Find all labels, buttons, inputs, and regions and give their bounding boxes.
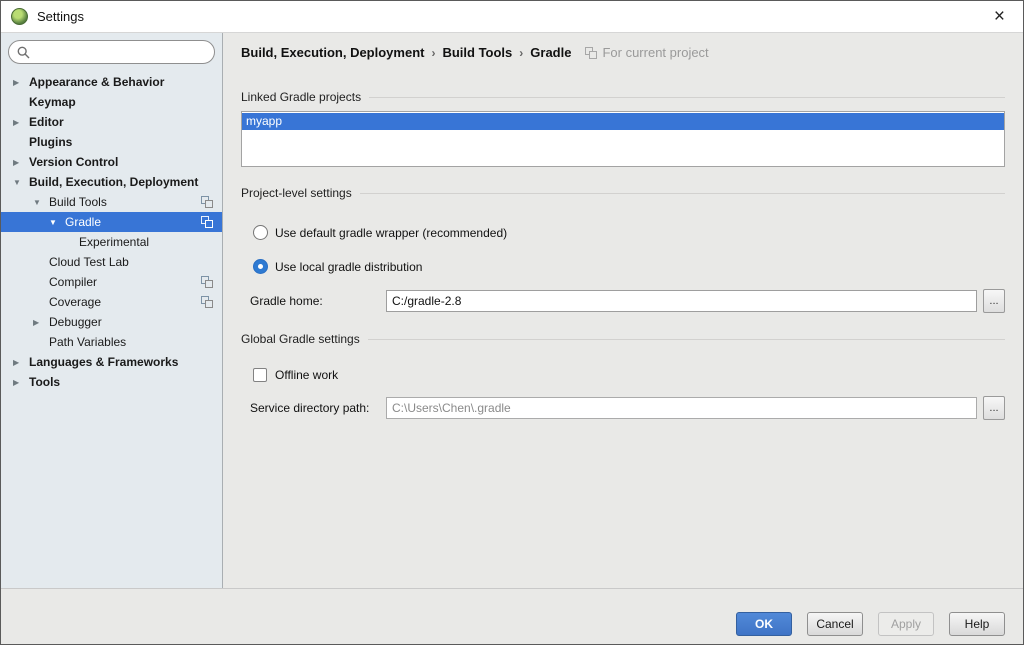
list-item-myapp[interactable]: myapp: [242, 113, 1004, 130]
sidebar-item-appearance-behavior[interactable]: ▶Appearance & Behavior: [1, 72, 222, 92]
ok-button[interactable]: OK: [736, 612, 792, 636]
window-title: Settings: [37, 9, 84, 24]
radio-local-distribution-row[interactable]: Use local gradle distribution: [253, 259, 1005, 274]
android-studio-icon: [11, 8, 28, 25]
breadcrumb-part[interactable]: Build Tools: [442, 45, 512, 60]
sidebar-item-label: Plugins: [29, 135, 72, 149]
radio-default-wrapper[interactable]: [253, 225, 268, 240]
chevron-expanded-icon[interactable]: ▼: [33, 198, 49, 207]
sidebar-item-label: Path Variables: [49, 335, 126, 349]
sidebar-item-languages-frameworks[interactable]: ▶Languages & Frameworks: [1, 352, 222, 372]
checkbox-label[interactable]: Offline work: [275, 368, 338, 382]
section-title: Linked Gradle projects: [241, 90, 361, 104]
offline-work-row[interactable]: Offline work: [253, 368, 1005, 382]
for-current-project-badge: For current project: [585, 45, 708, 60]
cancel-button[interactable]: Cancel: [807, 612, 863, 636]
sidebar-item-label: Experimental: [79, 235, 149, 249]
chevron-collapsed-icon[interactable]: ▶: [13, 78, 29, 87]
project-level-header: Project-level settings: [241, 186, 1005, 200]
browse-button[interactable]: ...: [983, 289, 1005, 313]
settings-sidebar: ▶Appearance & BehaviorKeymap▶EditorPlugi…: [1, 33, 223, 588]
project-level-icon: [201, 196, 213, 208]
global-settings-header: Global Gradle settings: [241, 332, 1005, 346]
sidebar-item-plugins[interactable]: Plugins: [1, 132, 222, 152]
section-rule: [369, 97, 1005, 98]
service-directory-label: Service directory path:: [250, 401, 386, 415]
apply-button: Apply: [878, 612, 934, 636]
service-directory-row: Service directory path: ...: [250, 396, 1005, 420]
gradle-home-row: Gradle home: ...: [250, 289, 1005, 313]
sidebar-item-label: Build Tools: [49, 195, 107, 209]
radio-label[interactable]: Use local gradle distribution: [275, 260, 422, 274]
sidebar-item-label: Gradle: [65, 215, 101, 229]
sidebar-item-build-tools[interactable]: ▼Build Tools: [1, 192, 222, 212]
breadcrumb-separator: ›: [519, 46, 523, 60]
section-title: Global Gradle settings: [241, 332, 360, 346]
settings-dialog: Settings × ▶Appearance & BehaviorKeymap▶…: [0, 0, 1024, 645]
sidebar-item-coverage[interactable]: Coverage: [1, 292, 222, 312]
sidebar-item-label: Debugger: [49, 315, 102, 329]
sidebar-item-debugger[interactable]: ▶Debugger: [1, 312, 222, 332]
radio-label[interactable]: Use default gradle wrapper (recommended): [275, 226, 507, 240]
sidebar-item-label: Version Control: [29, 155, 118, 169]
chevron-collapsed-icon[interactable]: ▶: [33, 318, 49, 327]
sidebar-item-tools[interactable]: ▶Tools: [1, 372, 222, 392]
radio-local-distribution[interactable]: [253, 259, 268, 274]
sidebar-item-label: Keymap: [29, 95, 76, 109]
radio-default-wrapper-row[interactable]: Use default gradle wrapper (recommended): [253, 225, 1005, 240]
sidebar-item-label: Tools: [29, 375, 60, 389]
sidebar-item-label: Languages & Frameworks: [29, 355, 178, 369]
sidebar-item-label: Editor: [29, 115, 64, 129]
breadcrumb-part[interactable]: Build, Execution, Deployment: [241, 45, 424, 60]
sidebar-item-version-control[interactable]: ▶Version Control: [1, 152, 222, 172]
gradle-home-input[interactable]: [386, 290, 977, 312]
section-rule: [360, 193, 1005, 194]
chevron-collapsed-icon[interactable]: ▶: [13, 118, 29, 127]
offline-work-checkbox[interactable]: [253, 368, 267, 382]
project-level-icon: [201, 276, 213, 288]
sidebar-item-keymap[interactable]: Keymap: [1, 92, 222, 112]
sidebar-item-label: Coverage: [49, 295, 101, 309]
service-directory-input[interactable]: [386, 397, 977, 419]
project-level-icon: [201, 296, 213, 308]
for-current-project-label: For current project: [602, 45, 708, 60]
sidebar-item-label: Cloud Test Lab: [49, 255, 129, 269]
sidebar-item-label: Build, Execution, Deployment: [29, 175, 198, 189]
linked-projects-list[interactable]: myapp: [241, 111, 1005, 167]
gradle-settings-panel: Build, Execution, Deployment › Build Too…: [223, 33, 1023, 588]
sidebar-item-path-variables[interactable]: Path Variables: [1, 332, 222, 352]
sidebar-item-label: Compiler: [49, 275, 97, 289]
sidebar-item-label: Appearance & Behavior: [29, 75, 164, 89]
browse-button[interactable]: ...: [983, 396, 1005, 420]
search-box[interactable]: [8, 40, 215, 64]
project-level-icon: [585, 47, 597, 59]
sidebar-item-gradle[interactable]: ▼Gradle: [1, 212, 222, 232]
chevron-collapsed-icon[interactable]: ▶: [13, 378, 29, 387]
breadcrumb-separator: ›: [431, 46, 435, 60]
breadcrumb-part[interactable]: Gradle: [530, 45, 571, 60]
sidebar-item-build-execution-deployment[interactable]: ▼Build, Execution, Deployment: [1, 172, 222, 192]
search-icon: [17, 46, 30, 59]
help-button[interactable]: Help: [949, 612, 1005, 636]
chevron-collapsed-icon[interactable]: ▶: [13, 358, 29, 367]
sidebar-item-editor[interactable]: ▶Editor: [1, 112, 222, 132]
breadcrumb: Build, Execution, Deployment › Build Too…: [241, 45, 1005, 60]
project-level-icon: [201, 216, 213, 228]
sidebar-item-experimental[interactable]: Experimental: [1, 232, 222, 252]
settings-tree: ▶Appearance & BehaviorKeymap▶EditorPlugi…: [1, 72, 222, 588]
sidebar-item-compiler[interactable]: Compiler: [1, 272, 222, 292]
search-input[interactable]: [35, 45, 206, 59]
close-icon[interactable]: ×: [986, 5, 1013, 28]
button-bar: OK Cancel Apply Help: [1, 588, 1023, 644]
chevron-expanded-icon[interactable]: ▼: [49, 218, 65, 227]
chevron-collapsed-icon[interactable]: ▶: [13, 158, 29, 167]
section-title: Project-level settings: [241, 186, 352, 200]
linked-projects-header: Linked Gradle projects: [241, 90, 1005, 104]
chevron-expanded-icon[interactable]: ▼: [13, 178, 29, 187]
gradle-home-label: Gradle home:: [250, 294, 386, 308]
section-rule: [368, 339, 1005, 340]
sidebar-item-cloud-test-lab[interactable]: Cloud Test Lab: [1, 252, 222, 272]
title-bar: Settings ×: [1, 1, 1023, 33]
